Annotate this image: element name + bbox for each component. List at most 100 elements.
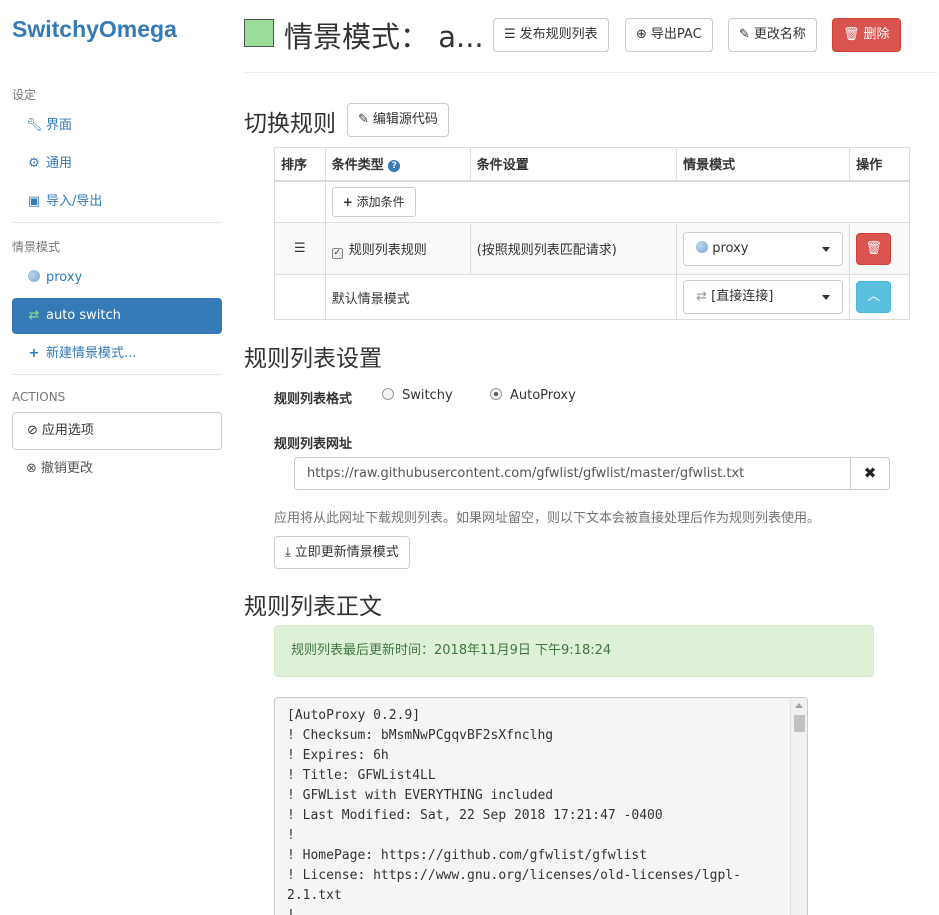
publish-label: 发布规则列表	[519, 27, 598, 42]
app-brand[interactable]: SwitchyOmega	[12, 16, 177, 43]
sidebar-item-import-export[interactable]: ▣ 导入/导出	[12, 184, 222, 220]
radio-button[interactable]	[490, 388, 502, 400]
sidebar-item-label: 通用	[46, 156, 73, 171]
url-label: 规则列表网址	[274, 437, 353, 452]
edit-icon: ✎	[358, 112, 369, 127]
check-circle-icon: ⊘	[27, 423, 38, 438]
scroll-thumb[interactable]	[794, 715, 805, 732]
rule-profile-value: proxy	[712, 240, 749, 256]
condition-type-value: 规则列表规则	[348, 242, 427, 258]
col-header: 条件设置	[469, 147, 678, 182]
list-icon: ☰	[504, 27, 516, 42]
globe-icon	[696, 240, 709, 253]
globe-icon	[26, 260, 42, 296]
code-line: ! Expires: 6h	[287, 748, 389, 763]
rule-list-text-title: 规则列表正文	[244, 594, 382, 620]
discard-changes-button[interactable]: ⊗ 撤销更改	[12, 451, 222, 487]
main-content: 情景模式： a... ☰ 发布规则列表 ⊕ 导出PAC ✎ 更改名称 🗑︎ 删除 切换规…	[244, 0, 939, 915]
table-cell: + 添加条件	[324, 180, 911, 223]
apply-options-button[interactable]: ⊘ 应用选项	[12, 412, 222, 450]
sidebar-divider	[12, 374, 221, 375]
sidebar-item-proxy[interactable]: proxy	[12, 260, 222, 296]
drag-handle-icon[interactable]: ☰	[294, 241, 306, 256]
floppy-icon: ▣	[27, 194, 41, 209]
export-label: 导出PAC	[650, 27, 702, 42]
sidebar-item-interface[interactable]: 🔧︎ 界面	[12, 108, 222, 144]
clear-url-button[interactable]: ✖	[850, 457, 890, 490]
default-profile-select[interactable]: ⇄ [直接连接]	[683, 280, 844, 314]
delete-label: 删除	[863, 27, 890, 42]
settings-header: 设定	[12, 88, 37, 102]
table-cell: ✓ 规则列表规则	[324, 222, 471, 275]
rule-list-url-input[interactable]: https://raw.githubusercontent.com/gfwlis…	[294, 457, 851, 490]
sidebar-item-new-profile[interactable]: + 新建情景模式...	[12, 336, 222, 372]
update-now-button[interactable]: ⤓ 立即更新情景模式	[274, 536, 410, 569]
table-cell: ⇄ [直接连接]	[676, 274, 851, 320]
apply-options-label: 应用选项	[41, 423, 94, 438]
code-line: ! License: https://www.gnu.org/licenses/…	[287, 868, 741, 883]
code-line: ! HomePage: https://github.com/gfwlist/g…	[287, 848, 648, 863]
code-line: [AutoProxy 0.2.9]	[287, 708, 421, 723]
publish-rule-list-button[interactable]: ☰ 发布规则列表	[493, 18, 609, 52]
trash-icon: 🗑︎	[843, 27, 860, 42]
delete-rule-button[interactable]: 🗑︎	[856, 232, 892, 265]
sidebar-item-label: 导入/导出	[46, 194, 103, 209]
plus-icon: +	[342, 194, 353, 209]
code-line: ! Checksum: bMsmNwPCgqvBF2sXfnclhg	[287, 728, 554, 743]
sidebar-item-label: 界面	[46, 118, 73, 133]
textarea-scrollbar[interactable]	[790, 698, 807, 915]
wrench-icon: 🔧︎	[26, 118, 43, 133]
update-now-label: 立即更新情景模式	[294, 545, 399, 560]
add-condition-button[interactable]: + 添加条件	[331, 186, 416, 217]
move-up-button[interactable]: ︿	[856, 281, 892, 313]
table-cell	[274, 274, 326, 320]
radio-button[interactable]	[382, 388, 394, 400]
profile-color-swatch[interactable]	[244, 19, 274, 47]
delete-profile-button[interactable]: 🗑︎ 删除	[832, 18, 901, 52]
scroll-up-arrow-icon[interactable]	[795, 703, 803, 708]
switch-rules-table: 排序 条件类型 ? 条件设置 情景模式 操作 + 添加条件 ☰ ✓ 规则列表规则 …	[274, 147, 911, 320]
code-line: !	[287, 828, 295, 843]
table-cell: 🗑︎	[849, 222, 910, 275]
sidebar-item-label: auto switch	[46, 308, 121, 323]
add-condition-row: + 添加条件	[274, 180, 911, 223]
code-line: ! Last Modified: Sat, 22 Sep 2018 17:21:…	[287, 808, 663, 823]
trash-icon: 🗑︎	[865, 240, 882, 256]
table-cell: ︿	[849, 274, 910, 320]
code-line: 2.1.txt	[287, 888, 342, 903]
sidebar: SwitchyOmega 设定 🔧︎ 界面 ⚙ 通用 ▣ 导入/导出 情景模式 pro…	[0, 0, 232, 915]
rule-profile-select[interactable]: proxy	[683, 231, 844, 266]
chevron-down-icon	[822, 295, 831, 300]
rename-label: 更改名称	[753, 27, 806, 42]
chevron-down-icon	[822, 246, 831, 252]
edit-source-button[interactable]: ✎ 编辑源代码	[347, 103, 449, 137]
sidebar-item-general[interactable]: ⚙ 通用	[12, 146, 222, 182]
rule-list-textarea[interactable]: [AutoProxy 0.2.9] ! Checksum: bMsmNwPCgq…	[274, 697, 808, 915]
plus-icon: +	[28, 346, 40, 361]
default-profile-value: [直接连接]	[711, 289, 774, 304]
edit-source-label: 编辑源代码	[372, 112, 438, 127]
export-pac-button[interactable]: ⊕ 导出PAC	[625, 18, 713, 52]
col-header: 排序	[274, 147, 326, 182]
code-line: !	[287, 906, 807, 915]
switch-rules-title: 切换规则	[244, 111, 336, 137]
condition-setting-value: (按照规则列表匹配请求)	[476, 243, 617, 258]
col-header-condition-type: 条件类型 ?	[324, 147, 471, 182]
sidebar-item-label: 新建情景模式...	[46, 346, 137, 361]
format-radio-autoproxy[interactable]: AutoProxy	[490, 388, 576, 403]
sidebar-item-auto-switch[interactable]: ⇄ auto switch	[12, 298, 222, 334]
table-row: 默认情景模式 ⇄ [直接连接] ︿	[274, 274, 910, 320]
help-icon[interactable]: ?	[388, 160, 401, 173]
close-circle-icon: ⊗	[26, 461, 37, 476]
col-header-label: 条件类型	[331, 158, 384, 174]
actions-header: ACTIONS	[12, 390, 66, 404]
retweet-icon: ⇄	[28, 308, 40, 323]
rule-enabled-checkbox[interactable]: ✓	[331, 247, 343, 259]
table-cell: ☰	[274, 222, 326, 275]
default-profile-label: 默认情景模式	[331, 291, 410, 307]
sidebar-divider	[12, 222, 221, 223]
format-radio-switchy[interactable]: Switchy	[382, 388, 453, 403]
header-divider	[244, 72, 938, 73]
add-condition-label: 添加条件	[356, 194, 405, 209]
rename-button[interactable]: ✎ 更改名称	[728, 18, 817, 52]
